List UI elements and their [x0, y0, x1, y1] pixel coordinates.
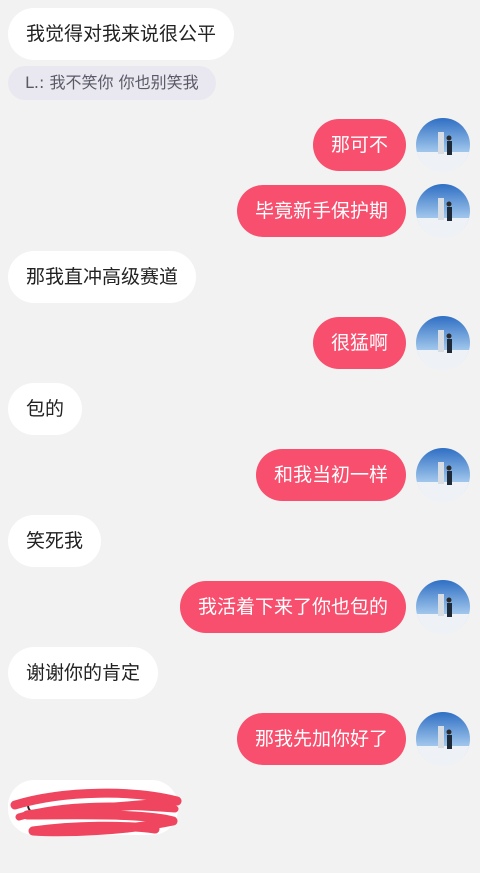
message-bubble-outgoing[interactable]: 很猛啊: [312, 317, 406, 369]
message-bubble-outgoing[interactable]: 那可不: [312, 119, 406, 171]
user-avatar[interactable]: [416, 118, 470, 172]
message-bubble-incoming[interactable]: 我觉得对我来说很公平: [8, 8, 235, 60]
message-bubble-incoming[interactable]: 包的: [8, 383, 83, 435]
user-avatar[interactable]: [416, 184, 470, 238]
message-text: 那我直冲高级赛道: [26, 266, 179, 288]
message-text: 那可不: [330, 134, 388, 156]
message-bubble-incoming[interactable]: 谢谢你的肯定: [8, 647, 159, 699]
message-text: 和我当初一样: [273, 464, 388, 486]
message-text: 毕竟新手保护期: [254, 200, 388, 222]
redaction-scribble-icon: [10, 788, 182, 837]
user-avatar[interactable]: [416, 316, 470, 370]
message-bubble-outgoing[interactable]: 毕竟新手保护期: [236, 185, 406, 237]
message-text: 笑死我: [26, 530, 84, 552]
message-text: 谢谢你的肯定: [26, 662, 141, 684]
message-text: 我觉得对我来说很公平: [26, 23, 217, 45]
message-bubble-incoming[interactable]: 那我直冲高级赛道: [8, 251, 197, 303]
message-text: 很猛啊: [330, 332, 388, 354]
message-bubble-incoming[interactable]: 笑死我: [8, 515, 102, 567]
message-text: 我活着下来了你也包的: [197, 596, 388, 618]
message-text: 那我先加你好了: [254, 728, 388, 750]
message-bubble-outgoing[interactable]: 和我当初一样: [255, 449, 406, 501]
user-avatar[interactable]: [416, 448, 470, 502]
message-text: 包的: [26, 398, 65, 420]
user-avatar[interactable]: [416, 580, 470, 634]
quoted-reply[interactable]: L.: 我不笑你 你也别笑我: [8, 66, 216, 100]
message-bubble-outgoing[interactable]: 那我先加你好了: [236, 713, 406, 765]
message-bubble-outgoing[interactable]: 我活着下来了你也包的: [179, 581, 406, 633]
user-avatar[interactable]: [416, 712, 470, 766]
quoted-reply-text: L.: 我不笑你 你也别笑我: [25, 73, 199, 92]
